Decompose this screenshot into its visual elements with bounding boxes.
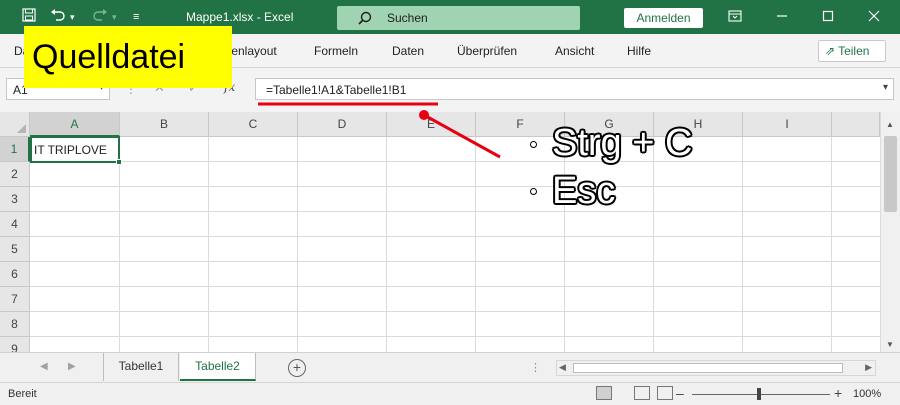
scroll-left-icon[interactable]: ◀ (559, 362, 566, 373)
gridline (653, 137, 654, 352)
formula-input[interactable]: =Tabelle1!A1&Tabelle1!B1 ▾ (255, 78, 894, 100)
formula-text: =Tabelle1!A1&Tabelle1!B1 (266, 83, 407, 97)
column-header[interactable]: B (120, 112, 209, 137)
gridline (30, 186, 880, 187)
horizontal-scrollbar[interactable]: ◀ ▶ (556, 360, 876, 376)
tab-formulas[interactable]: Formeln (314, 44, 358, 58)
save-icon[interactable] (22, 8, 36, 26)
tab-data[interactable]: Daten (392, 44, 424, 58)
sheet-tab-tabelle1[interactable]: Tabelle1 (103, 353, 179, 381)
ribbon-display-options-icon[interactable] (725, 8, 745, 26)
gridline (30, 211, 880, 212)
row-header[interactable]: 6 (0, 262, 30, 287)
active-cell-a1[interactable] (30, 136, 122, 165)
row-header[interactable]: 8 (0, 312, 30, 337)
add-sheet-icon[interactable]: + (288, 359, 306, 377)
bullet-icon (530, 141, 537, 148)
window-title: Mappe1.xlsx - Excel (186, 10, 294, 24)
gridline (30, 336, 880, 337)
redo-icon[interactable] (92, 8, 108, 26)
customize-toolbar-icon[interactable]: ≡ (133, 8, 139, 26)
zoom-slider-thumb[interactable] (757, 388, 761, 400)
search-label: Suchen (387, 11, 428, 25)
gridline (119, 137, 120, 352)
sheet-tab-tabelle2[interactable]: Tabelle2 (180, 353, 256, 381)
row-header[interactable]: 4 (0, 212, 30, 237)
search-box[interactable]: Suchen (337, 6, 580, 30)
gridline (386, 137, 387, 352)
row-header[interactable]: 3 (0, 187, 30, 212)
status-bar: Bereit – + 100% (0, 382, 900, 405)
column-header[interactable]: D (298, 112, 387, 137)
normal-view-icon[interactable] (596, 386, 612, 400)
select-all-button[interactable] (0, 112, 30, 137)
vertical-scrollbar[interactable]: ▲ ▼ (880, 112, 900, 352)
next-sheet-icon[interactable]: ▶ (68, 361, 76, 372)
fill-handle[interactable] (116, 159, 122, 165)
vertical-scroll-thumb[interactable] (884, 136, 897, 212)
column-header[interactable]: C (209, 112, 298, 137)
undo-icon[interactable] (50, 8, 66, 26)
maximize-icon[interactable] (818, 8, 838, 26)
instruction-escape: Esc (552, 170, 616, 212)
column-header[interactable]: I (743, 112, 832, 137)
tab-split-handle-icon[interactable]: ⋮ (530, 361, 542, 374)
column-header[interactable] (832, 112, 880, 137)
bullet-icon (530, 188, 537, 195)
tab-page-layout[interactable]: tenlayout (228, 44, 277, 58)
worksheet-grid[interactable]: A B C D E F G H I 1 2 3 4 5 6 7 8 9 IT T… (0, 112, 880, 352)
search-icon (357, 10, 373, 29)
zoom-out-icon[interactable]: – (676, 385, 684, 401)
row-header[interactable]: 1 (0, 137, 30, 162)
page-layout-view-icon[interactable] (634, 386, 650, 400)
signin-button[interactable]: Anmelden (624, 8, 703, 28)
gridline (30, 261, 880, 262)
source-file-label: Quelldatei (24, 26, 232, 88)
close-icon[interactable] (864, 8, 884, 26)
sheet-tab-bar: ◀ ▶ Tabelle1 Tabelle2 + ⋮ ◀ ▶ (0, 352, 900, 382)
gridline (475, 137, 476, 352)
column-header[interactable]: E (387, 112, 476, 137)
share-icon: ⇗ (825, 44, 836, 58)
row-header[interactable]: 7 (0, 287, 30, 312)
minimize-icon[interactable] (772, 8, 792, 26)
tab-view[interactable]: Ansicht (555, 44, 594, 58)
gridline (297, 137, 298, 352)
tab-review[interactable]: Überprüfen (457, 44, 517, 58)
scroll-right-icon[interactable]: ▶ (865, 362, 872, 373)
page-break-view-icon[interactable] (657, 386, 673, 400)
gridline (742, 137, 743, 352)
zoom-slider[interactable] (692, 394, 830, 395)
scroll-up-icon[interactable]: ▲ (886, 120, 894, 129)
instruction-copy: Strg + C (552, 122, 693, 164)
row-header[interactable]: 2 (0, 162, 30, 187)
gridline (30, 286, 880, 287)
zoom-in-icon[interactable]: + (834, 385, 842, 401)
prev-sheet-icon[interactable]: ◀ (40, 361, 48, 372)
status-ready: Bereit (8, 388, 37, 400)
gridline (30, 311, 880, 312)
row-header[interactable]: 5 (0, 237, 30, 262)
share-button[interactable]: ⇗ Teilen (818, 40, 886, 62)
tab-help[interactable]: Hilfe (627, 44, 651, 58)
horizontal-scroll-thumb[interactable] (573, 363, 843, 373)
redo-dropdown-icon[interactable]: ▾ (112, 8, 117, 26)
column-header[interactable]: A (30, 112, 120, 137)
expand-formula-bar-icon[interactable]: ▾ (883, 82, 888, 93)
row-header[interactable]: 9 (0, 337, 30, 352)
scroll-down-icon[interactable]: ▼ (886, 340, 894, 349)
gridline (30, 236, 880, 237)
gridline (208, 137, 209, 352)
zoom-level[interactable]: 100% (853, 388, 881, 400)
share-label: Teilen (838, 44, 870, 58)
gridline (831, 137, 832, 352)
undo-dropdown-icon[interactable]: ▾ (70, 8, 75, 26)
gridline (30, 161, 880, 162)
